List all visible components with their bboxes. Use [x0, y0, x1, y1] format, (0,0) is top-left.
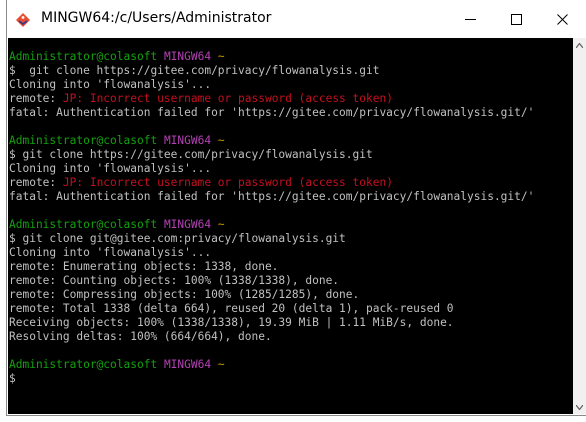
output-line: Cloning into 'flowanalysis'... — [9, 246, 534, 260]
prompt-path: ~ — [217, 358, 225, 371]
git-bash-window: MINGW64:/c/Users/Administrator Administr… — [6, 0, 586, 416]
prompt-line: Administrator@colasoft MINGW64 ~ — [9, 50, 534, 64]
prompt-path: ~ — [217, 134, 225, 147]
prompt-env: MINGW64 — [163, 358, 212, 371]
command-text: $ — [9, 372, 16, 385]
output-text: Receiving objects: 100% (1338/1338), 19.… — [9, 316, 454, 329]
output-line: Resolving deltas: 100% (664/664), done. — [9, 330, 534, 344]
output-text: Cloning into 'flowanalysis'... — [9, 162, 212, 175]
prompt-user-host: Administrator@colasoft — [9, 50, 158, 63]
prompt-line: Administrator@colasoft MINGW64 ~ — [9, 358, 534, 372]
command-text: $ git clone https://gitee.com/privacy/fl… — [9, 148, 373, 161]
output-text: remote: — [9, 92, 63, 105]
command-text: $ git clone git@gitee.com:privacy/flowan… — [9, 232, 346, 245]
output-text: Resolving deltas: 100% (664/664), done. — [9, 330, 272, 343]
close-icon — [556, 13, 568, 25]
window-title: MINGW64:/c/Users/Administrator — [41, 10, 272, 26]
minimize-icon — [464, 18, 476, 20]
output-line: remote: JP: Incorrect username or passwo… — [9, 92, 534, 106]
maximize-button[interactable] — [493, 0, 539, 38]
close-button[interactable] — [539, 0, 585, 38]
prompt-path: ~ — [217, 218, 225, 231]
command-line: $ git clone https://gitee.com/privacy/fl… — [9, 148, 534, 162]
prompt-line: Administrator@colasoft MINGW64 ~ — [9, 218, 534, 232]
scroll-down-button[interactable] — [573, 400, 586, 414]
prompt-env: MINGW64 — [163, 134, 212, 147]
output-text: remote: — [9, 176, 63, 189]
git-bash-icon — [16, 13, 30, 27]
prompt-user-host: Administrator@colasoft — [9, 134, 158, 147]
minimize-button[interactable] — [447, 0, 493, 38]
output-line: remote: JP: Incorrect username or passwo… — [9, 176, 534, 190]
error-text: JP: Incorrect username or password (acce… — [62, 92, 393, 105]
title-bar[interactable]: MINGW64:/c/Users/Administrator — [7, 0, 586, 38]
output-line: remote: Compressing objects: 100% (1285/… — [9, 288, 534, 302]
output-line: remote: Enumerating objects: 1338, done. — [9, 260, 534, 274]
output-text: Cloning into 'flowanalysis'... — [9, 246, 212, 259]
maximize-icon — [510, 13, 522, 25]
output-text: fatal: Authentication failed for 'https:… — [9, 106, 535, 119]
output-line: fatal: Authentication failed for 'https:… — [9, 190, 534, 204]
output-text: remote: Total 1338 (delta 664), reused 2… — [9, 302, 454, 315]
prompt-line: Administrator@colasoft MINGW64 ~ — [9, 134, 534, 148]
output-text: remote: Counting objects: 100% (1338/133… — [9, 274, 340, 287]
chevron-up-icon — [576, 42, 583, 48]
prompt-path: ~ — [217, 50, 225, 63]
prompt-user-host: Administrator@colasoft — [9, 358, 158, 371]
command-text: $ git clone https://gitee.com/privacy/fl… — [9, 64, 380, 77]
prompt-user-host: Administrator@colasoft — [9, 218, 158, 231]
output-text: remote: Compressing objects: 100% (1285/… — [9, 288, 360, 301]
output-text: Cloning into 'flowanalysis'... — [9, 78, 212, 91]
command-line: $ — [9, 372, 534, 386]
command-line: $ git clone https://gitee.com/privacy/fl… — [9, 64, 534, 78]
output-line: Cloning into 'flowanalysis'... — [9, 162, 534, 176]
output-line: fatal: Authentication failed for 'https:… — [9, 106, 534, 120]
terminal-lines: Administrator@colasoft MINGW64 ~ $ git cl… — [9, 50, 534, 386]
output-line: remote: Total 1338 (delta 664), reused 2… — [9, 302, 534, 316]
vertical-scrollbar[interactable] — [573, 38, 586, 414]
output-line: Receiving objects: 100% (1338/1338), 19.… — [9, 316, 534, 330]
output-text: remote: Enumerating objects: 1338, done. — [9, 260, 279, 273]
prompt-env: MINGW64 — [163, 218, 212, 231]
prompt-env: MINGW64 — [163, 50, 212, 63]
error-text: JP: Incorrect username or password (acce… — [62, 176, 393, 189]
output-text: fatal: Authentication failed for 'https:… — [9, 190, 535, 203]
scroll-up-button[interactable] — [573, 38, 586, 52]
output-line: Cloning into 'flowanalysis'... — [9, 78, 534, 92]
output-line: remote: Counting objects: 100% (1338/133… — [9, 274, 534, 288]
command-line: $ git clone git@gitee.com:privacy/flowan… — [9, 232, 534, 246]
terminal-output[interactable]: Administrator@colasoft MINGW64 ~ $ git cl… — [8, 38, 573, 414]
chevron-down-icon — [576, 404, 583, 410]
